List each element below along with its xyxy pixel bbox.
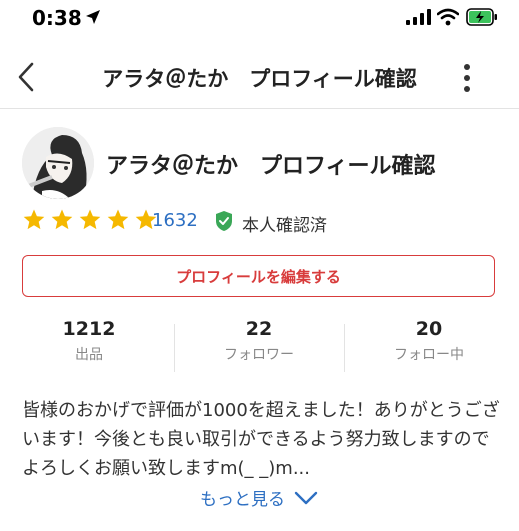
show-more-label: もっと見る: [200, 490, 285, 510]
chevron-down-icon: [294, 491, 318, 504]
star-icon: [51, 209, 73, 230]
avatar[interactable]: [22, 127, 94, 199]
stat-value: 1212: [62, 318, 116, 340]
wifi-icon: [437, 8, 459, 26]
profile-bio: 皆様のおかげで評価が1000を超えました！ありがとうございます！今後とも良い取引…: [22, 400, 500, 479]
rating-count-link[interactable]: 1632: [152, 210, 198, 231]
profile-name: アラタ＠たか プロフィール確認: [106, 154, 436, 179]
verified-label: 本人確認済: [242, 216, 327, 236]
status-time: 0:38: [32, 6, 82, 30]
star-icon: [107, 209, 129, 230]
location-arrow-icon: [86, 10, 100, 24]
verified-shield-icon: [216, 211, 232, 231]
battery-charging-icon: [466, 8, 497, 26]
stat-label: フォロー中: [394, 347, 464, 363]
stat-following[interactable]: 20 フォロー中: [354, 318, 504, 364]
rating-stars: [22, 208, 162, 234]
star-icon: [79, 209, 101, 230]
edit-profile-button[interactable]: プロフィールを編集する: [22, 255, 495, 297]
divider: [344, 324, 345, 372]
stat-value: 22: [245, 318, 273, 340]
cellular-signal-icon: [406, 9, 431, 25]
stat-label: フォロワー: [224, 347, 294, 363]
navigation-bar: アラタ＠たか プロフィール確認: [0, 46, 519, 109]
divider: [174, 324, 175, 372]
more-vertical-icon[interactable]: [459, 62, 475, 94]
page-title: アラタ＠たか プロフィール確認: [102, 67, 417, 91]
show-more-link[interactable]: もっと見る: [0, 485, 519, 510]
avatar-image: [22, 127, 94, 199]
stat-value: 20: [415, 318, 443, 340]
stat-followers[interactable]: 22 フォロワー: [184, 318, 334, 364]
star-icon: [23, 209, 45, 230]
status-bar: 0:38: [0, 0, 519, 36]
profile-stats: 1212 出品 22 フォロワー 20 フォロー中: [0, 318, 519, 374]
stat-listings[interactable]: 1212 出品: [14, 318, 164, 364]
stat-label: 出品: [75, 347, 103, 363]
